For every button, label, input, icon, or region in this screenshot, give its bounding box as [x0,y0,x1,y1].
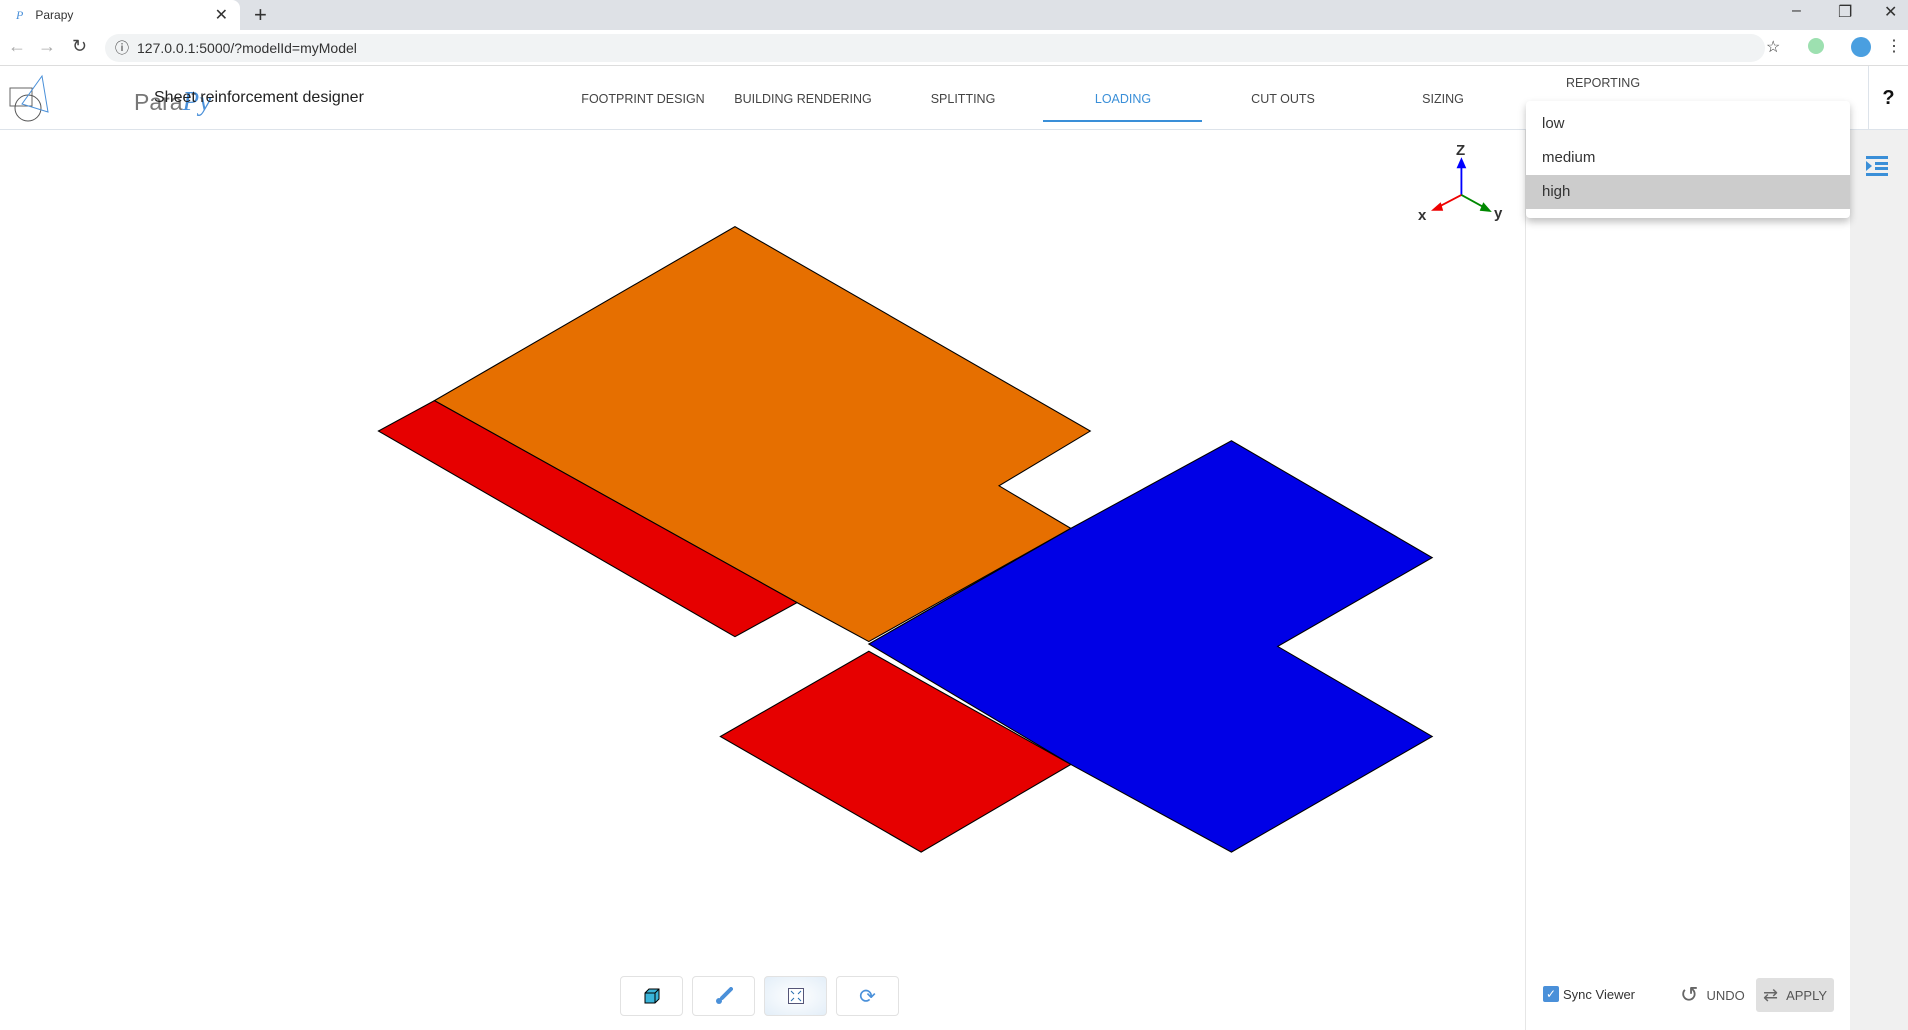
indent-panel-icon[interactable] [1866,156,1888,176]
option-low[interactable]: low [1526,107,1850,141]
cube-icon [644,988,659,1004]
apply-button[interactable]: ⇄ APPLY [1756,978,1834,1012]
option-high[interactable]: high [1526,175,1850,209]
brush-icon [715,987,733,1004]
level-dropdown-menu: low medium high [1526,101,1850,218]
undo-label: UNDO [1706,987,1745,1003]
swap-arrows-icon: ⇄ [1762,984,1779,1005]
option-medium[interactable]: medium [1526,141,1850,175]
checkbox-checked-icon[interactable]: ✓ [1543,986,1559,1002]
axis-triad [1431,157,1492,213]
undo-button[interactable]: ↺ UNDO [1680,982,1745,1008]
paint-button[interactable] [692,976,755,1016]
axis-x-label: x [1418,207,1427,224]
side-panel [1525,130,1850,1030]
sync-viewer-checkbox[interactable]: ✓ Sync Viewer [1543,986,1635,1002]
view-cube-button[interactable] [620,976,683,1016]
undo-icon: ↺ [1680,982,1699,1007]
refresh-icon: ⟳ [859,985,876,1008]
fit-view-button[interactable] [764,976,827,1016]
fit-view-icon [787,988,804,1004]
axis-y-label: y [1494,205,1503,222]
sync-viewer-label: Sync Viewer [1563,986,1636,1002]
refresh-view-button[interactable]: ⟳ [836,976,899,1016]
right-toolbar [1850,130,1908,1030]
apply-label: APPLY [1786,987,1828,1003]
axis-z-label: Z [1456,142,1466,159]
